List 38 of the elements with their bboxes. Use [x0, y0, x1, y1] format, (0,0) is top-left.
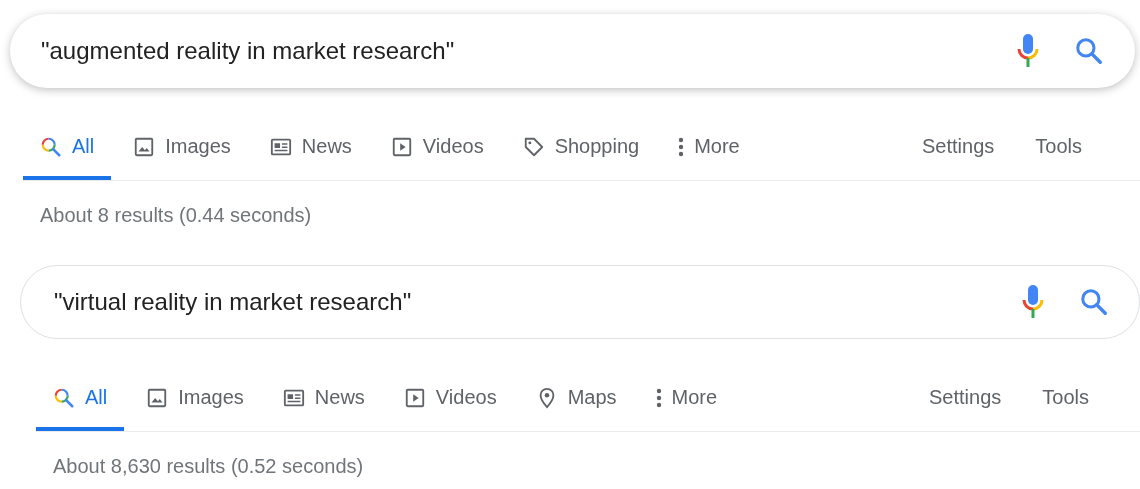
search-tab[interactable]: News [265, 364, 382, 431]
search-tab[interactable]: Images [129, 364, 261, 431]
tag-icon [522, 135, 545, 158]
result-stats: About 8 results (0.44 seconds) [40, 204, 313, 227]
search-tab[interactable]: More [638, 364, 735, 431]
microphone-icon [1021, 284, 1045, 320]
image-icon [133, 135, 156, 158]
search-button[interactable] [1079, 287, 1109, 317]
tool-link[interactable]: Tools [1025, 364, 1106, 431]
search-tab[interactable]: More [661, 113, 757, 180]
voice-search-button[interactable] [1021, 284, 1045, 320]
microphone-icon [1016, 33, 1040, 69]
more-icon [655, 386, 662, 409]
tool-link[interactable]: Settings [912, 364, 1019, 431]
search-tab[interactable]: Maps [518, 364, 634, 431]
image-icon [146, 386, 169, 409]
search-tab[interactable]: News [252, 113, 369, 180]
search-icon [40, 135, 62, 158]
search-tab[interactable]: Videos [386, 364, 514, 431]
search-query: "virtual reality in market research" [54, 288, 413, 316]
tool-link[interactable]: Tools [1018, 113, 1099, 180]
search-tab[interactable]: Images [116, 113, 248, 180]
play-icon [403, 386, 426, 409]
search-tab[interactable]: Videos [373, 113, 501, 180]
voice-search-button[interactable] [1016, 33, 1040, 69]
play-icon [390, 135, 413, 158]
more-icon [678, 135, 685, 158]
search-field[interactable]: "augmented reality in market research" [10, 14, 1135, 88]
search-icon [1079, 287, 1109, 317]
search-button[interactable] [1074, 36, 1104, 66]
search-tab[interactable]: All [23, 113, 112, 180]
search-tab[interactable]: Shopping [505, 113, 657, 180]
tool-link[interactable]: Settings [905, 113, 1012, 180]
search-tab[interactable]: All [36, 364, 125, 431]
search-icon [1074, 36, 1104, 66]
search-query: "augmented reality in market research" [41, 37, 456, 65]
search-icon [53, 386, 75, 409]
result-stats: About 8,630 results (0.52 seconds) [53, 455, 365, 478]
